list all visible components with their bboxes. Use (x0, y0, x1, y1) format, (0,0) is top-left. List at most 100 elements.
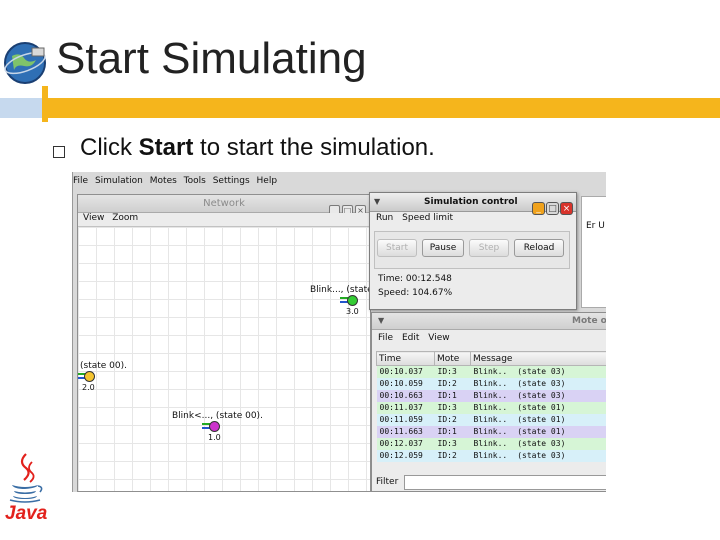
log-message: Blink.. (473, 415, 508, 424)
log-cell-mote: ID:3 (437, 439, 457, 448)
log-message: Blink.. (473, 391, 508, 400)
log-cell-time: 00:10.059 (379, 379, 423, 388)
right-pane: Er U (581, 196, 606, 308)
mote-label: Blink<..., (state 00). (172, 411, 263, 421)
network-menu-zoom[interactable]: Zoom (112, 213, 138, 223)
column-header-message[interactable]: Message (470, 351, 606, 366)
network-window: Network _ □ × View Zoom Blink..., (state 3… (77, 194, 373, 492)
network-canvas[interactable]: Blink..., (state 3.0 (state 00). 2.0 Bli… (78, 227, 373, 491)
mote-node-magenta[interactable] (209, 421, 220, 432)
mote-id: 3.0 (346, 307, 359, 316)
side-bar (0, 98, 42, 118)
log-cell-message: Blink.. (state 03) (471, 438, 607, 450)
log-cell-time: 00:11.037 (379, 403, 423, 412)
log-state: (state 03) (517, 391, 566, 400)
log-state: (state 03) (517, 379, 566, 388)
log-cell-time: 00:12.059 (379, 451, 423, 460)
log-cell-message: Blink.. (state 03) (471, 390, 607, 402)
menu-tools[interactable]: Tools (184, 176, 206, 186)
column-header-time[interactable]: Time (376, 351, 435, 366)
bullet-bold: Start (138, 134, 194, 161)
java-logo-text: Java (5, 503, 48, 524)
simulation-control-title: Simulation control (424, 197, 518, 207)
sim-menu-speed-limit[interactable]: Speed limit (402, 213, 453, 223)
menu-settings[interactable]: Settings (213, 176, 250, 186)
log-row[interactable]: 00:11.059 ID:2 Blink.. (state 01) (376, 413, 607, 426)
right-pane-text: Er U (586, 221, 605, 231)
log-state: (state 03) (517, 439, 566, 448)
log-cell-mote: ID:3 (437, 367, 457, 377)
log-message: Blink.. (473, 427, 508, 436)
log-cell-mote: ID:2 (437, 451, 457, 460)
window-menu-icon[interactable]: ▼ (378, 316, 384, 325)
log-state: (state 03) (517, 451, 566, 460)
filter-bar: Filter (372, 473, 606, 492)
start-button[interactable]: Start (377, 239, 417, 257)
window-menu-icon[interactable]: ▼ (374, 197, 380, 206)
mote-output-table: Time Mote Message 00:10.037 ID:3 Blink.. (s… (376, 351, 606, 462)
log-state: (state 03) (517, 367, 566, 377)
log-cell-mote: ID:2 (437, 415, 457, 424)
log-state: (state 01) (517, 403, 566, 412)
log-cell-time: 00:12.037 (379, 439, 423, 448)
bullet-square-icon (53, 146, 65, 158)
mote-id: 1.0 (208, 433, 221, 442)
log-cell-message: Blink.. (state 01) (471, 402, 607, 414)
log-cell-message: Blink.. (state 01) (471, 414, 607, 426)
simulation-buttons-panel: Start Pause Step Reload (374, 231, 570, 269)
mote-output-menubar: File Edit View (372, 333, 606, 343)
filter-input[interactable] (404, 475, 606, 490)
log-row[interactable]: 00:10.059 ID:2 Blink.. (state 03) (376, 377, 607, 390)
log-row[interactable]: 00:10.037 ID:3 Blink.. (state 03) (376, 365, 606, 378)
bullet-text: Click Start to start the simulation. (80, 134, 435, 162)
log-row[interactable]: 00:11.037 ID:3 Blink.. (state 01) (376, 401, 607, 414)
log-row[interactable]: 00:10.663 ID:1 Blink.. (state 03) (376, 389, 607, 402)
reload-button[interactable]: Reload (514, 239, 564, 257)
log-menu-view[interactable]: View (428, 333, 449, 343)
step-button[interactable]: Step (469, 239, 509, 257)
mote-node-yellow[interactable] (84, 371, 95, 382)
bullet-suffix: to start the simulation. (193, 134, 435, 161)
simulation-control-titlebar: ▼ Simulation control _ □ × (370, 193, 576, 215)
pause-button[interactable]: Pause (422, 239, 464, 257)
log-cell-time: 00:11.663 (379, 427, 423, 436)
log-row[interactable]: 00:11.663 ID:1 Blink.. (state 01) (376, 425, 607, 438)
network-menubar: View Zoom (78, 213, 370, 227)
menu-help[interactable]: Help (257, 176, 278, 186)
log-message: Blink.. (473, 403, 508, 412)
mote-output-title: Mote o (572, 316, 606, 326)
network-menu-view[interactable]: View (83, 213, 104, 223)
log-menu-edit[interactable]: Edit (402, 333, 419, 343)
log-cell-time: 00:10.663 (379, 391, 423, 400)
log-row[interactable]: 00:12.059 ID:2 Blink.. (state 03) (376, 449, 607, 462)
mote-output-titlebar: ▼ Mote o (372, 313, 606, 330)
simulation-time: Time: 00:12.548 (378, 274, 452, 284)
simulation-control-menubar: Run Speed limit (370, 213, 576, 223)
accent-bar (48, 98, 720, 118)
log-menu-file[interactable]: File (378, 333, 393, 343)
bullet-prefix: Click (80, 134, 139, 161)
log-cell-time: 00:11.059 (379, 415, 423, 424)
globe-logo-icon (4, 42, 46, 84)
filter-label: Filter (376, 477, 399, 487)
sim-menu-run[interactable]: Run (376, 213, 393, 223)
menu-motes[interactable]: Motes (150, 176, 177, 186)
simulation-control-window: ▼ Simulation control _ □ × Run Speed limit… (369, 192, 577, 310)
menu-file[interactable]: File (73, 176, 88, 186)
log-cell-mote: ID:1 (437, 391, 457, 400)
mote-node-green[interactable] (347, 295, 358, 306)
log-cell-time: 00:10.037 (379, 367, 423, 377)
log-cell-mote: ID:2 (437, 379, 457, 388)
column-header-mote[interactable]: Mote (434, 351, 471, 366)
log-cell-message: Blink.. (state 03) (471, 450, 607, 462)
log-message: Blink.. (473, 451, 508, 460)
log-cell-message: Blink.. (state 03) (471, 378, 607, 390)
log-row[interactable]: 00:12.037 ID:3 Blink.. (state 03) (376, 437, 607, 450)
log-cell-message: Blink.. (state 01) (471, 426, 607, 438)
mote-label: Blink..., (state (310, 285, 373, 295)
slide-title: Start Simulating (56, 34, 367, 83)
mote-id: 2.0 (82, 383, 95, 392)
log-state: (state 01) (517, 427, 566, 436)
menu-simulation[interactable]: Simulation (95, 176, 143, 186)
log-message: Blink.. (473, 367, 508, 377)
